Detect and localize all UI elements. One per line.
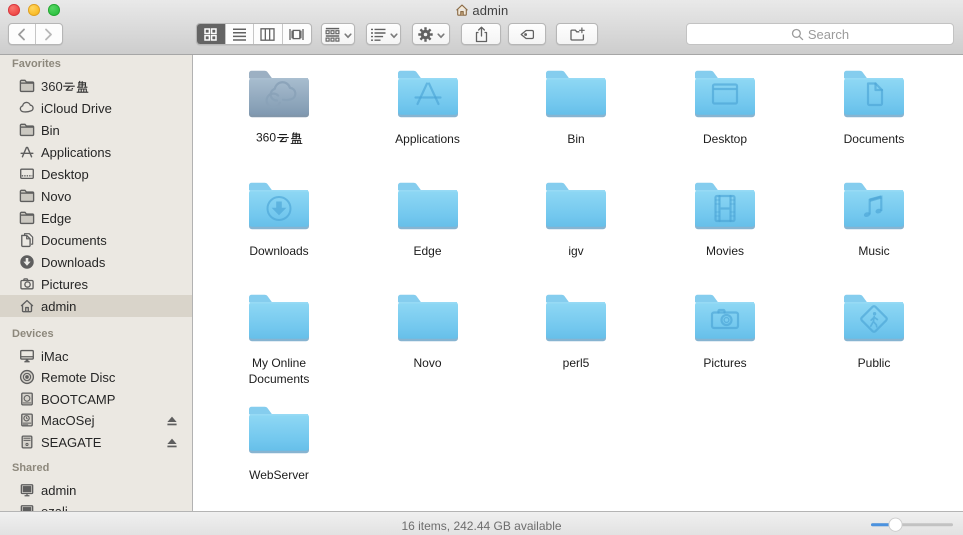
svg-text:360: 360 (41, 80, 63, 94)
svg-text:360: 360 (256, 131, 276, 144)
